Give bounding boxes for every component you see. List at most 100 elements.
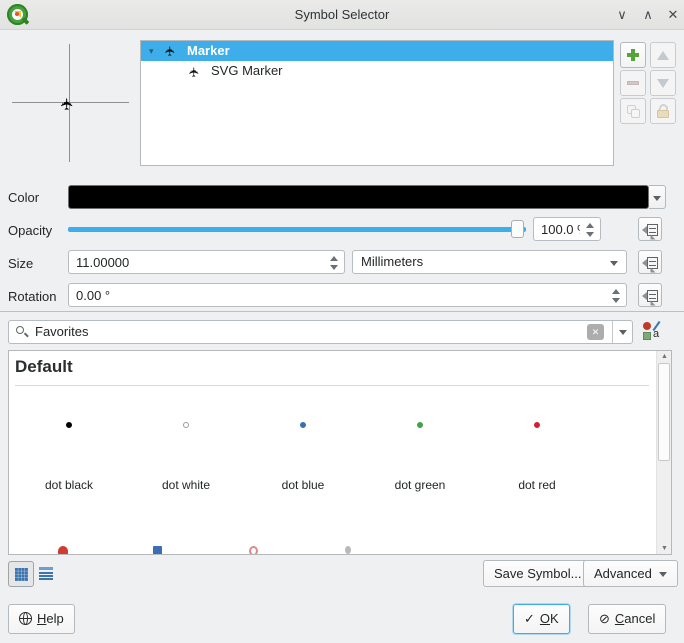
opacity-spinbox[interactable] [533, 217, 601, 241]
minus-icon [627, 81, 639, 85]
spin-down-icon[interactable] [330, 265, 338, 270]
scroll-down-icon[interactable]: ▼ [657, 545, 672, 552]
symbol-item-dot-blue[interactable]: dot blue [245, 406, 361, 501]
scrollbar-thumb[interactable] [658, 363, 670, 461]
symbol-layer-tree: ▾ ✈ Marker ✈ SVG Marker [140, 40, 614, 166]
clear-search-icon[interactable]: ✕ [587, 324, 604, 340]
add-symbol-layer-button[interactable] [620, 42, 646, 68]
maximize-icon[interactable]: ∧ [636, 0, 660, 30]
symbol-browser-panel: Default dot black dot white dot blue dot… [8, 350, 672, 555]
group-title-rule [15, 385, 649, 386]
size-input[interactable] [69, 251, 344, 273]
spin-up-icon[interactable] [612, 289, 620, 294]
save-symbol-button[interactable]: Save Symbol... [483, 560, 592, 587]
rotation-input[interactable] [69, 284, 626, 306]
symbol-label: dot blue [245, 478, 361, 492]
size-unit-value: Millimeters [361, 254, 423, 269]
chevron-down-icon [659, 572, 667, 577]
expander-icon[interactable]: ▾ [149, 41, 154, 61]
vertical-scrollbar[interactable]: ▲ ▼ [656, 351, 671, 554]
cancel-button[interactable]: ⊘Cancel [588, 604, 666, 634]
rotation-data-defined-button[interactable] [638, 283, 662, 307]
marker-dot [183, 422, 189, 428]
partial-symbol[interactable] [153, 546, 162, 555]
size-data-defined-button[interactable] [638, 250, 662, 274]
help-globe-icon [19, 612, 32, 625]
help-button[interactable]: Help [8, 604, 75, 634]
slider-handle[interactable] [511, 220, 524, 238]
marker-dot [417, 422, 423, 428]
symbol-search-field[interactable]: Favorites ✕ [8, 320, 633, 344]
opacity-label: Opacity [8, 223, 52, 238]
partial-symbol[interactable] [249, 546, 258, 555]
slider-groove[interactable] [68, 227, 526, 232]
symbol-label: dot green [362, 478, 478, 492]
size-unit-combobox[interactable]: Millimeters [352, 250, 627, 274]
list-view-toggle-button[interactable] [34, 561, 60, 587]
search-value: Favorites [35, 321, 88, 343]
move-layer-up-button[interactable] [650, 42, 676, 68]
opacity-slider[interactable] [68, 219, 526, 239]
lock-layer-button[interactable] [650, 98, 676, 124]
plus-icon [627, 49, 639, 61]
prohibit-icon: ⊘ [599, 611, 610, 626]
color-dropdown-button[interactable] [649, 185, 666, 209]
down-arrow-icon [657, 79, 669, 88]
color-swatch-button[interactable] [68, 185, 649, 209]
tree-item-svg-marker[interactable]: ✈ SVG Marker [141, 61, 613, 81]
spin-down-icon[interactable] [586, 232, 594, 237]
symbol-group-title: Default [15, 357, 73, 377]
symbol-label: dot red [479, 478, 595, 492]
airplane-icon: ✈ [160, 46, 180, 57]
tree-item-marker[interactable]: ▾ ✈ Marker [141, 41, 613, 61]
advanced-button[interactable]: Advanced [583, 560, 678, 587]
partial-symbol[interactable] [345, 546, 351, 554]
symbol-item-dot-red[interactable]: dot red [479, 406, 595, 501]
spin-down-icon[interactable] [612, 298, 620, 303]
section-divider [0, 311, 684, 312]
chevron-down-icon [653, 196, 661, 201]
symbol-item-dot-black[interactable]: dot black [11, 406, 127, 501]
marker-dot [534, 422, 540, 428]
size-label: Size [8, 256, 33, 271]
chevron-down-icon [619, 330, 627, 335]
remove-symbol-layer-button[interactable] [620, 70, 646, 96]
color-label: Color [8, 190, 39, 205]
size-spinbox[interactable] [68, 250, 345, 274]
move-layer-down-button[interactable] [650, 70, 676, 96]
spin-up-icon[interactable] [586, 223, 594, 228]
check-icon: ✓ [524, 611, 535, 626]
partial-symbol[interactable] [58, 546, 68, 555]
symbol-selector-dialog: Symbol Selector ∨ ∧ ✕ ✈ ▾ ✈ Marker ✈ SVG… [0, 0, 684, 643]
style-manager-icon [643, 322, 651, 330]
airplane-marker-icon: ✈ [58, 97, 78, 110]
symbol-item-dot-white[interactable]: dot white [128, 406, 244, 501]
symbol-label: dot black [11, 478, 127, 492]
rotation-label: Rotation [8, 289, 56, 304]
symbol-item-dot-green[interactable]: dot green [362, 406, 478, 501]
scroll-up-icon[interactable]: ▲ [657, 353, 672, 360]
airplane-icon: ✈ [184, 67, 204, 78]
tree-item-label: SVG Marker [211, 61, 283, 81]
duplicate-layer-button[interactable] [620, 98, 646, 124]
search-icon [16, 326, 30, 340]
symbol-preview: ✈ [10, 38, 130, 168]
icon-view-toggle-button[interactable] [8, 561, 34, 587]
search-filter-dropdown[interactable] [612, 321, 632, 343]
list-view-icon [39, 567, 53, 580]
titlebar: Symbol Selector ∨ ∧ ✕ [0, 0, 684, 30]
close-icon[interactable]: ✕ [661, 0, 684, 30]
style-manager-button[interactable]: a [642, 322, 664, 342]
shade-icon[interactable]: ∨ [610, 0, 634, 30]
window-title: Symbol Selector [0, 0, 684, 30]
tree-item-label: Marker [187, 41, 230, 61]
grid-view-icon [15, 568, 28, 581]
chevron-down-icon [610, 261, 618, 266]
opacity-data-defined-button[interactable] [638, 217, 662, 241]
up-arrow-icon [657, 51, 669, 60]
ok-button[interactable]: ✓OK [513, 604, 570, 634]
marker-dot [300, 422, 306, 428]
spin-up-icon[interactable] [330, 256, 338, 261]
marker-dot [66, 422, 72, 428]
rotation-spinbox[interactable] [68, 283, 627, 307]
